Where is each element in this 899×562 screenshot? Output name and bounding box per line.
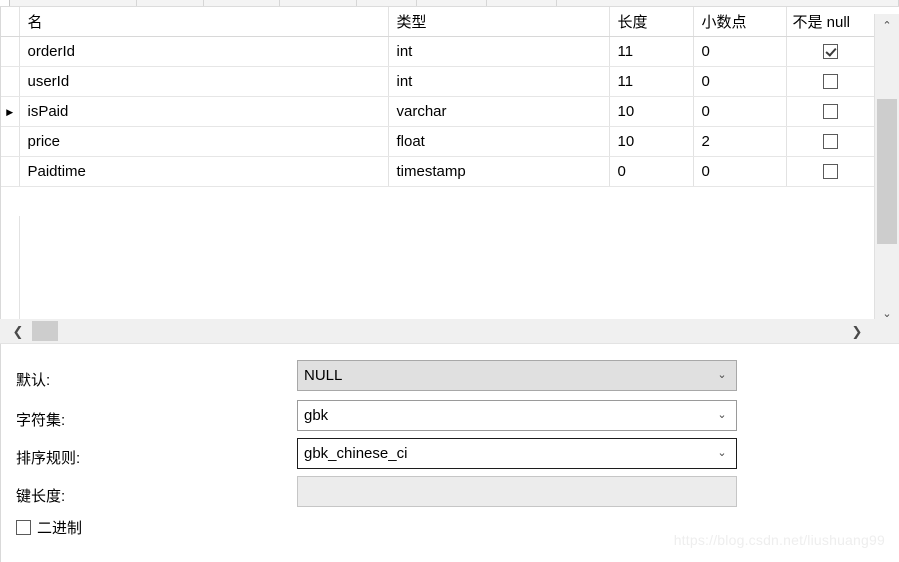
toolbar-segment-7 bbox=[487, 0, 557, 6]
table-header-row: 名 类型 长度 小数点 不是 null bbox=[1, 7, 874, 37]
toolbar-segment-1 bbox=[10, 0, 137, 6]
cell-length[interactable]: 0 bbox=[609, 156, 694, 187]
cell-length[interactable]: 11 bbox=[609, 36, 694, 67]
cell-name[interactable]: isPaid bbox=[19, 96, 389, 127]
binary-checkbox[interactable] bbox=[16, 519, 31, 535]
input-key-length bbox=[297, 476, 737, 507]
column-header-decimals[interactable]: 小数点 bbox=[693, 7, 787, 37]
toolbar-segment-4 bbox=[280, 0, 357, 6]
table-row[interactable]: orderId int 11 0 bbox=[1, 36, 874, 67]
checkbox-unchecked-icon[interactable] bbox=[822, 134, 838, 150]
cell-decimals[interactable]: 0 bbox=[693, 96, 787, 127]
cell-not-null[interactable] bbox=[786, 36, 874, 67]
scroll-right-icon[interactable]: ❯ bbox=[845, 319, 869, 343]
cell-length[interactable]: 10 bbox=[609, 96, 694, 127]
chevron-down-icon[interactable]: ⌄ bbox=[708, 448, 736, 459]
select-default[interactable]: NULL ⌄ bbox=[297, 360, 737, 391]
property-row-key-length: 键长度: bbox=[0, 476, 899, 514]
cell-decimals[interactable]: 0 bbox=[693, 66, 787, 97]
cell-not-null[interactable] bbox=[786, 126, 874, 157]
vertical-scrollbar[interactable]: ⌃ ⌄ bbox=[874, 14, 899, 326]
current-row-arrow-icon: ▶ bbox=[6, 106, 14, 117]
property-value-charset: gbk bbox=[304, 407, 329, 424]
row-marker-cell[interactable] bbox=[1, 66, 20, 97]
property-row-collation: 排序规则: gbk_chinese_ci ⌄ bbox=[0, 438, 899, 476]
property-row-default: 默认: NULL ⌄ bbox=[0, 360, 899, 398]
columns-grid-panel: 名 类型 长度 小数点 不是 null orderId int 11 0 userId i… bbox=[0, 7, 899, 326]
table-row[interactable]: userId int 11 0 bbox=[1, 66, 874, 97]
toolbar-strip bbox=[0, 0, 899, 7]
select-collation[interactable]: gbk_chinese_ci ⌄ bbox=[297, 438, 737, 469]
horizontal-scrollbar-thumb[interactable] bbox=[32, 321, 58, 341]
column-header-name[interactable]: 名 bbox=[19, 7, 389, 37]
binary-checkbox-label: 二进制 bbox=[37, 519, 83, 537]
grid-empty-gutter bbox=[1, 216, 20, 319]
table-row[interactable]: price float 10 2 bbox=[1, 126, 874, 157]
cell-decimals[interactable]: 0 bbox=[693, 156, 787, 187]
toolbar-segment-3 bbox=[204, 0, 280, 6]
columns-table-body: orderId int 11 0 userId int 11 0 ▶ isPaid varchar 1… bbox=[1, 36, 874, 187]
cell-decimals[interactable]: 0 bbox=[693, 36, 787, 67]
binary-checkbox-row[interactable]: 二进制 bbox=[0, 514, 82, 540]
cell-type[interactable]: int bbox=[388, 36, 610, 67]
cell-name[interactable]: userId bbox=[19, 66, 389, 97]
scroll-left-icon[interactable]: ❮ bbox=[6, 319, 30, 343]
property-row-charset: 字符集: gbk ⌄ bbox=[0, 400, 899, 438]
column-header-type[interactable]: 类型 bbox=[388, 7, 610, 37]
toolbar-segment-0 bbox=[0, 0, 10, 6]
columns-table: 名 类型 长度 小数点 不是 null orderId int 11 0 userId i… bbox=[1, 7, 874, 187]
cell-type[interactable]: int bbox=[388, 66, 610, 97]
cell-not-null[interactable] bbox=[786, 96, 874, 127]
column-header-length[interactable]: 长度 bbox=[609, 7, 694, 37]
grid-empty-area bbox=[1, 216, 874, 319]
row-marker-cell[interactable]: ▶ bbox=[1, 96, 20, 127]
cell-decimals[interactable]: 2 bbox=[693, 126, 787, 157]
toolbar-segment-8 bbox=[557, 0, 899, 6]
chevron-down-icon[interactable]: ⌄ bbox=[708, 410, 736, 421]
toolbar-segment-2 bbox=[137, 0, 204, 6]
chevron-down-icon[interactable]: ⌄ bbox=[708, 370, 736, 381]
cell-type[interactable]: varchar bbox=[388, 96, 610, 127]
property-label-collation: 排序规则: bbox=[16, 450, 81, 467]
cell-length[interactable]: 10 bbox=[609, 126, 694, 157]
cell-length[interactable]: 11 bbox=[609, 66, 694, 97]
cell-not-null[interactable] bbox=[786, 156, 874, 187]
table-row[interactable]: ▶ isPaid varchar 10 0 bbox=[1, 96, 874, 127]
row-marker-cell[interactable] bbox=[1, 36, 20, 67]
row-marker-cell[interactable] bbox=[1, 126, 20, 157]
checkbox-unchecked-icon[interactable] bbox=[822, 104, 838, 120]
toolbar-segment-5 bbox=[357, 0, 417, 6]
vertical-scrollbar-thumb[interactable] bbox=[877, 99, 897, 244]
checkbox-unchecked-icon[interactable] bbox=[822, 164, 838, 180]
row-marker-cell[interactable] bbox=[1, 156, 20, 187]
cell-name[interactable]: Paidtime bbox=[19, 156, 389, 187]
cell-not-null[interactable] bbox=[786, 66, 874, 97]
cell-type[interactable]: float bbox=[388, 126, 610, 157]
table-row[interactable]: Paidtime timestamp 0 0 bbox=[1, 156, 874, 187]
property-value-default: NULL bbox=[304, 367, 343, 384]
property-label-default: 默认: bbox=[16, 372, 51, 389]
scroll-up-icon[interactable]: ⌃ bbox=[875, 14, 899, 38]
horizontal-scrollbar[interactable]: ❮ ❯ bbox=[0, 319, 899, 343]
row-gutter-header bbox=[1, 7, 20, 37]
cell-name[interactable]: price bbox=[19, 126, 389, 157]
toolbar-segment-6 bbox=[417, 0, 487, 6]
property-label-charset: 字符集: bbox=[16, 412, 66, 429]
cell-name[interactable]: orderId bbox=[19, 36, 389, 67]
property-label-key-length: 键长度: bbox=[16, 488, 66, 505]
column-properties-panel: 默认: NULL ⌄ 字符集: gbk ⌄ 排序规则: gbk_chinese_ci ⌄ 键长度:… bbox=[0, 343, 899, 562]
select-charset[interactable]: gbk ⌄ bbox=[297, 400, 737, 431]
column-header-not-null[interactable]: 不是 null bbox=[786, 7, 874, 37]
property-value-collation: gbk_chinese_ci bbox=[304, 445, 408, 462]
watermark-text: https://blog.csdn.net/liushuang99 bbox=[673, 532, 885, 548]
cell-type[interactable]: timestamp bbox=[388, 156, 610, 187]
checkbox-checked-icon[interactable] bbox=[822, 44, 838, 60]
checkbox-unchecked-icon[interactable] bbox=[822, 74, 838, 90]
